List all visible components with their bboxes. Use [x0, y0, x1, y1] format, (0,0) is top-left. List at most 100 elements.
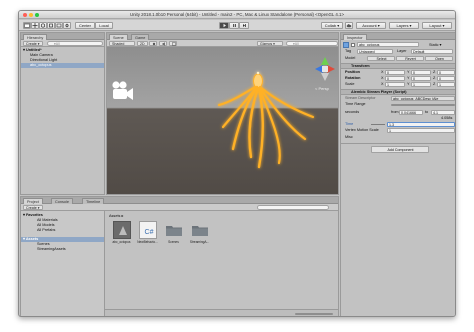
play-button[interactable]: [219, 22, 229, 29]
hierarchy-panel: Hierarchy Create ▾ ▾All ▾ Untitled* Main…: [20, 32, 105, 195]
scene-viewport[interactable]: < Persp: [107, 47, 338, 194]
hierarchy-search-input[interactable]: ▾All: [47, 41, 103, 46]
tab-inspector[interactable]: Inspector: [343, 34, 367, 40]
transform-tool-button[interactable]: [63, 22, 71, 29]
octopus-model[interactable]: [217, 71, 315, 169]
2d-mode-toggle[interactable]: 2D: [137, 41, 148, 46]
time-label: Time: [345, 122, 354, 126]
space-toggle[interactable]: Local: [95, 22, 113, 29]
folder-icon: [191, 221, 209, 239]
asset-item[interactable]: Scenes: [163, 221, 184, 244]
rotation-z-field[interactable]: 0: [437, 76, 455, 81]
axis-x-label: X: [381, 76, 384, 80]
active-checkbox[interactable]: [351, 43, 355, 47]
vertex-motion-scale-field[interactable]: 1: [387, 128, 455, 133]
step-icon: [242, 24, 246, 27]
project-create-button[interactable]: Create ▾: [23, 205, 43, 210]
stream-descriptor-label: Stream Descriptor: [345, 96, 376, 100]
add-component-button[interactable]: Add Component: [371, 146, 429, 153]
rect-tool-button[interactable]: [55, 22, 63, 29]
axis-y-label: Y: [407, 70, 410, 74]
model-revert-button[interactable]: Revert: [396, 56, 424, 61]
camera-gizmo-icon[interactable]: [112, 81, 133, 100]
position-x-field[interactable]: 0: [385, 70, 405, 75]
duration-value: 4.058s: [441, 116, 453, 120]
pause-button[interactable]: [229, 22, 239, 29]
time-slider-track[interactable]: [371, 124, 385, 125]
rotate-icon: [40, 23, 46, 28]
model-select-button[interactable]: Select: [367, 56, 395, 61]
position-y-field[interactable]: 0: [411, 70, 431, 75]
to-field[interactable]: 4.1: [431, 110, 455, 115]
title-bar: Unity 2018.1.0b10 Personal (64bit) - Unt…: [19, 11, 455, 19]
effects-toggle[interactable]: [169, 41, 177, 46]
layer-dropdown[interactable]: Default: [411, 49, 453, 54]
axis-x-label: X: [381, 82, 384, 86]
rotation-label: Rotation: [345, 76, 361, 80]
misc-foldout[interactable]: Misc: [345, 135, 353, 139]
model-thumbnail-icon: [112, 221, 131, 239]
speaker-icon: [162, 42, 165, 46]
scale-icon: [49, 23, 53, 28]
rect-icon: [56, 23, 62, 28]
axis-z-label: Z: [433, 76, 436, 80]
project-search-input[interactable]: [257, 205, 329, 210]
pivot-toggle[interactable]: Center: [75, 22, 95, 29]
scene-search-input[interactable]: ▾All: [286, 41, 338, 46]
assets-folder-streaming-assets[interactable]: StreamingAssets: [21, 247, 104, 252]
thumbnail-size-slider[interactable]: [295, 313, 333, 315]
audio-toggle[interactable]: [159, 41, 167, 46]
cloud-icon: [346, 24, 352, 28]
scale-tool-button[interactable]: [47, 22, 55, 29]
project-breadcrumb[interactable]: Assets ▸: [109, 213, 123, 218]
asset-item[interactable]: StreamingA...: [189, 221, 210, 244]
tag-label: Tag: [345, 49, 352, 53]
from-field[interactable]: 0.041666: [399, 110, 423, 115]
favorites-item-all-prefabs[interactable]: All Prefabs: [21, 228, 104, 233]
asset-name: Scenes: [168, 240, 179, 244]
rotation-x-field[interactable]: 0: [385, 76, 405, 81]
project-status-bar: [105, 309, 338, 316]
hierarchy-create-button[interactable]: Create ▾: [23, 41, 43, 46]
stream-descriptor-field[interactable]: abc_octopus_ABCDesc (Ale: [391, 96, 455, 101]
scale-z-field[interactable]: 1: [437, 82, 455, 87]
collab-dropdown[interactable]: Collab ▾: [321, 22, 343, 29]
account-dropdown[interactable]: Account ▾: [356, 22, 386, 29]
tag-dropdown[interactable]: Untagged: [357, 49, 393, 54]
play-icon: [223, 23, 226, 28]
gizmos-dropdown[interactable]: Gizmos ▾: [257, 41, 283, 46]
orientation-gizmo-icon[interactable]: < Persp: [315, 57, 335, 91]
vertex-motion-scale-label: Vertex Motion Scale: [345, 128, 379, 132]
rotate-tool-button[interactable]: [39, 22, 47, 29]
hierarchy-item-abc-octopus[interactable]: abc_octopus: [21, 63, 104, 68]
time-range-slider[interactable]: [391, 104, 455, 106]
time-field[interactable]: 1.3: [387, 122, 455, 127]
layout-dropdown[interactable]: Layout ▾: [422, 22, 452, 29]
from-label: from: [391, 110, 399, 114]
lighting-toggle[interactable]: [149, 41, 157, 46]
scale-x-field[interactable]: 1: [385, 82, 405, 87]
shading-mode-dropdown[interactable]: Shaded: [109, 41, 135, 46]
scale-y-field[interactable]: 1: [411, 82, 431, 87]
layers-dropdown[interactable]: Layers ▾: [389, 22, 419, 29]
rotation-y-field[interactable]: 0: [411, 76, 431, 81]
hand-tool-button[interactable]: [23, 22, 31, 29]
static-dropdown[interactable]: Static ▾: [429, 42, 441, 47]
position-label: Position: [345, 70, 360, 74]
object-name-field[interactable]: abc_octopus: [357, 42, 419, 47]
close-window-button[interactable]: [23, 13, 27, 17]
seconds-label: seconds: [345, 110, 360, 114]
cloud-button[interactable]: [345, 22, 353, 29]
sun-icon: [152, 42, 156, 46]
stream-player-header[interactable]: Alembic Stream Player (Script): [341, 89, 455, 95]
move-tool-button[interactable]: [31, 22, 39, 29]
step-button[interactable]: [239, 22, 249, 29]
position-z-field[interactable]: 0: [437, 70, 455, 75]
minimize-window-button[interactable]: [29, 13, 33, 17]
asset-name: NewBehavio...: [137, 240, 158, 244]
asset-item[interactable]: abc_octopus: [111, 221, 132, 244]
transform-header[interactable]: Transform: [341, 63, 455, 69]
maximize-window-button[interactable]: [35, 13, 39, 17]
asset-item[interactable]: C# NewBehavio...: [137, 221, 158, 244]
model-open-button[interactable]: Open: [425, 56, 453, 61]
